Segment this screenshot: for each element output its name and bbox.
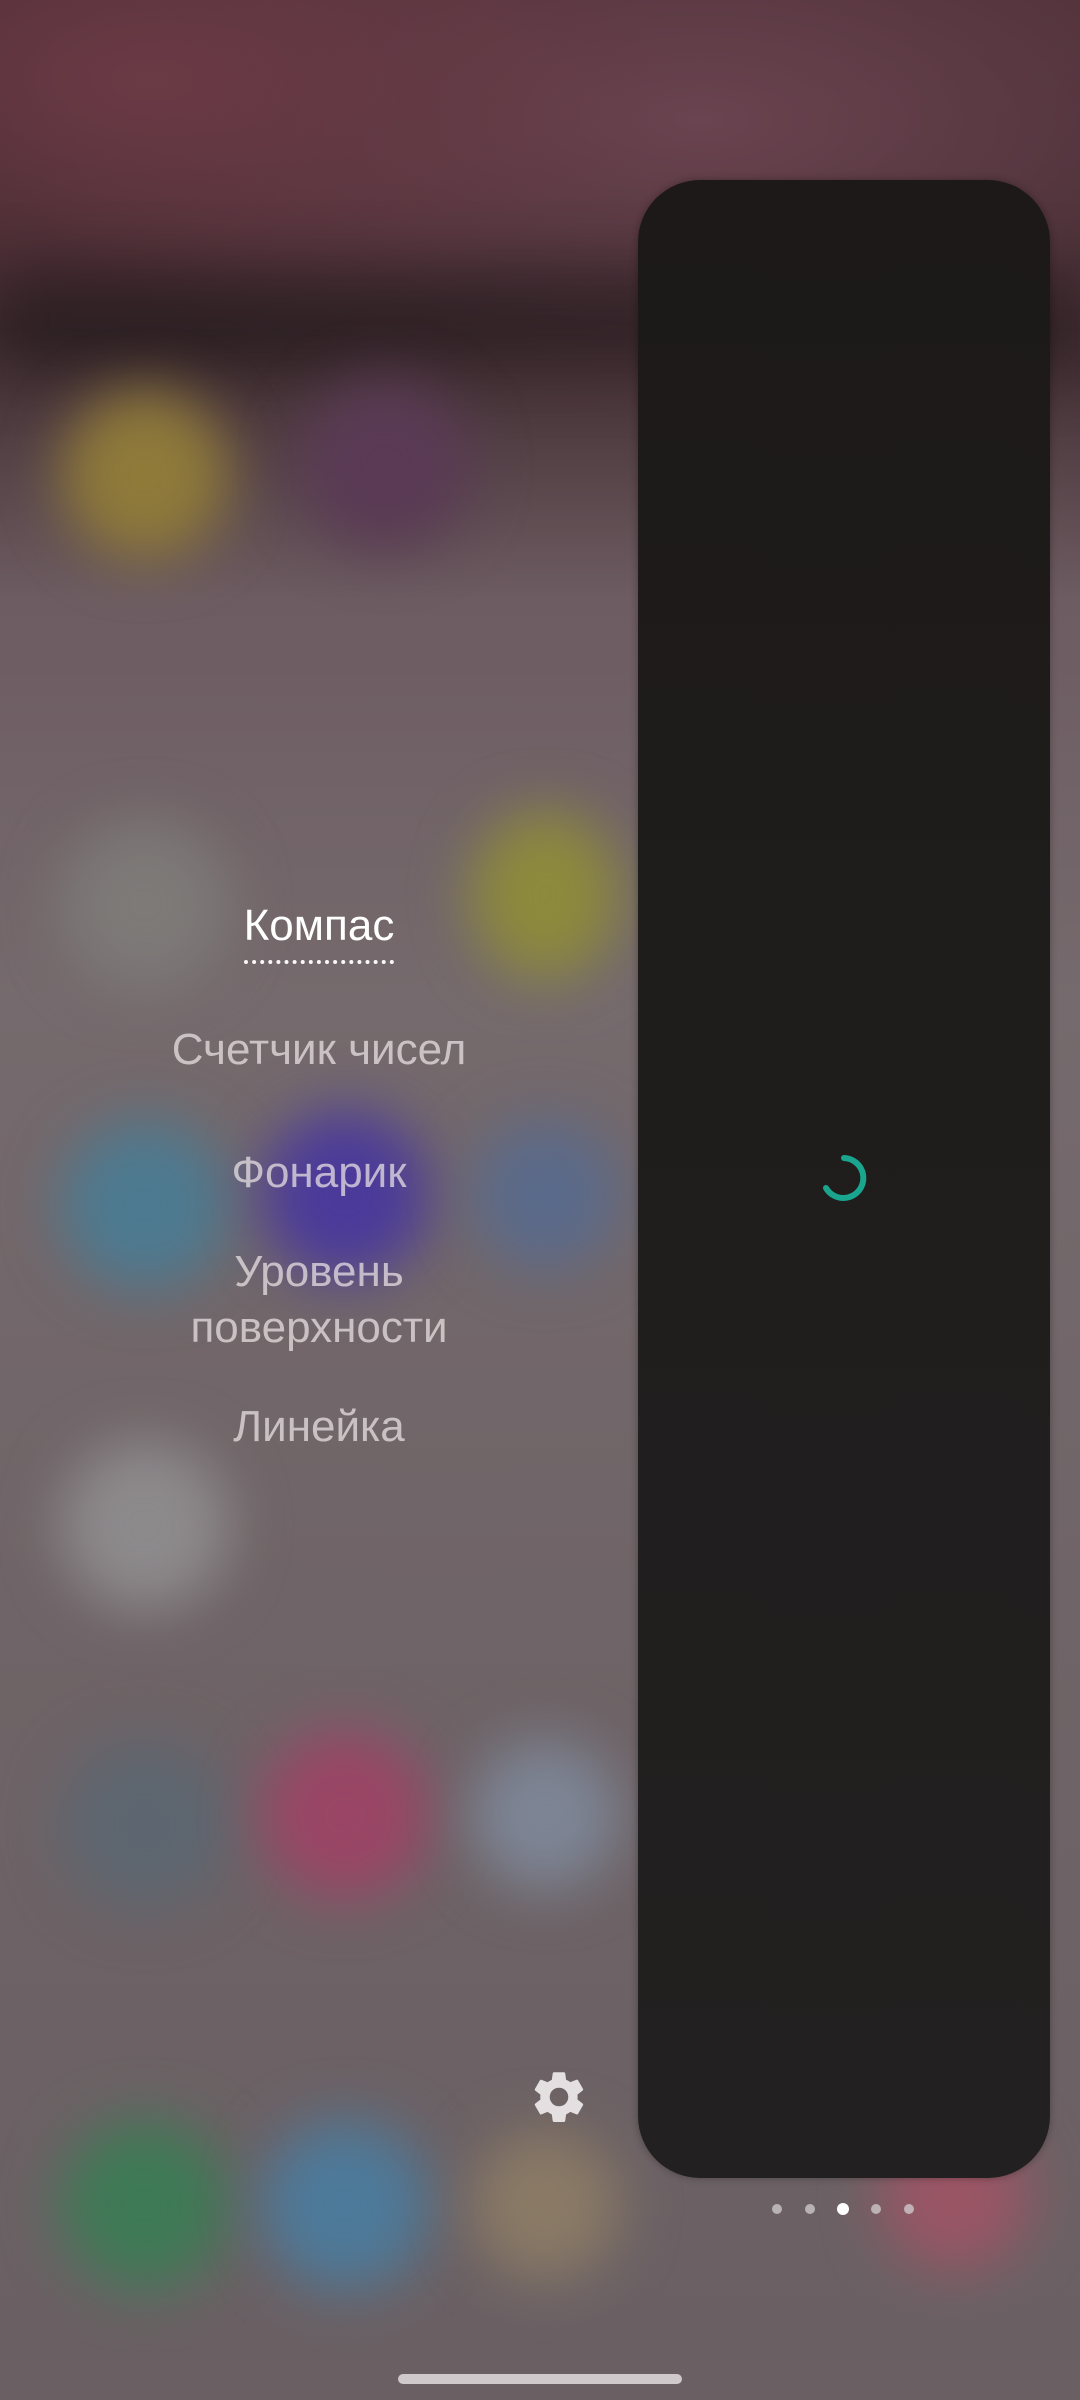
page-dot[interactable]	[772, 2204, 782, 2214]
page-dot-active[interactable]	[837, 2203, 849, 2215]
menu-item-label: Линейка	[233, 1402, 405, 1451]
menu-item-flashlight[interactable]: Фонарик	[0, 1145, 638, 1201]
menu-item-label: Счетчик чисел	[171, 1025, 467, 1074]
menu-item-label: Фонарик	[231, 1148, 407, 1197]
loading-spinner-icon	[823, 1155, 867, 1201]
page-indicator	[768, 2203, 918, 2216]
page-dot[interactable]	[904, 2204, 914, 2214]
menu-item-ruler[interactable]: Линейка	[0, 1399, 638, 1455]
menu-item-label: Уровень поверхности	[190, 1247, 448, 1352]
menu-item-number-counter[interactable]: Счетчик чисел	[0, 1022, 638, 1078]
gear-icon[interactable]	[528, 2066, 590, 2128]
menu-item-compass[interactable]: Компас	[0, 898, 638, 964]
page-dot[interactable]	[871, 2204, 881, 2214]
gesture-nav-handle[interactable]	[398, 2374, 682, 2384]
menu-item-label: Компас	[243, 898, 395, 964]
menu-item-level[interactable]: Уровень поверхности	[0, 1244, 638, 1356]
page-dot[interactable]	[805, 2204, 815, 2214]
